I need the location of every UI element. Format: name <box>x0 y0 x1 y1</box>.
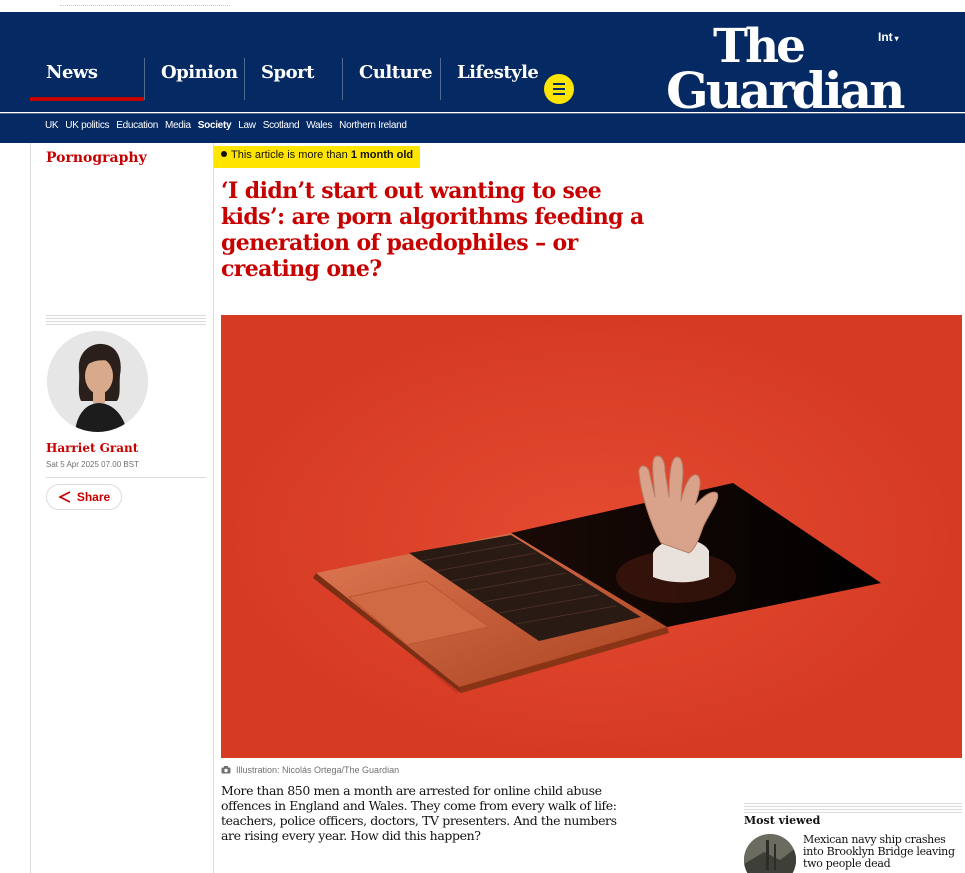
subnav-item-scotland[interactable]: Scotland <box>263 120 300 131</box>
author-link[interactable]: Harriet Grant <box>46 441 138 455</box>
left-border <box>30 143 31 873</box>
column-divider <box>213 143 214 873</box>
subnav-item-law[interactable]: Law <box>238 120 256 131</box>
image-caption: Illustration: Nicolás Ortega/The Guardia… <box>221 765 399 775</box>
menu-icon[interactable] <box>544 74 574 104</box>
subnav-item-media[interactable]: Media <box>165 120 191 131</box>
pillar-lifestyle[interactable]: Lifestyle <box>440 58 539 100</box>
avatar <box>47 331 148 432</box>
browser-top-strip <box>0 0 965 12</box>
article-headline: ‘I didn’t start out wanting to see kids’… <box>221 178 644 282</box>
pillar-sport[interactable]: Sport <box>244 58 342 100</box>
most-viewed-item[interactable]: Mexican navy ship crashes into Brooklyn … <box>803 834 963 870</box>
dot-icon <box>221 151 227 157</box>
article-age-warning: This article is more than 1 month old <box>214 146 421 168</box>
article-standfirst: More than 850 men a month are arrested f… <box>221 783 617 843</box>
subnav-item-uk[interactable]: UK <box>45 120 59 131</box>
subnav-item-society[interactable]: Society <box>198 120 232 131</box>
most-viewed-divider <box>744 803 962 813</box>
pillar-culture[interactable]: Culture <box>342 58 440 100</box>
subnav-item-northern-ireland[interactable]: Northern Ireland <box>339 120 407 131</box>
meta-rule <box>46 477 206 478</box>
guardian-logo[interactable]: The Guardian <box>666 23 906 116</box>
section-tag[interactable]: Pornography <box>46 150 147 166</box>
most-viewed-title: Most viewed <box>744 814 821 827</box>
share-icon <box>58 491 71 503</box>
publish-date: Sat 5 Apr 2025 07.00 BST <box>46 460 139 469</box>
subnav-item-uk-politics[interactable]: UK politics <box>65 120 109 131</box>
meta-divider <box>46 315 206 325</box>
camera-icon <box>221 766 231 774</box>
subnav-item-wales[interactable]: Wales <box>306 120 332 131</box>
subnav-item-education[interactable]: Education <box>116 120 158 131</box>
subnav: UK UK politics Education Media Society L… <box>0 113 965 143</box>
most-viewed-thumbnail[interactable] <box>744 834 796 873</box>
share-button[interactable]: Share <box>46 484 122 510</box>
pillar-news[interactable]: News <box>30 58 144 101</box>
hero-image <box>221 315 962 758</box>
pillar-nav: News Opinion Sport Culture Lifestyle <box>30 58 539 101</box>
pillar-opinion[interactable]: Opinion <box>144 58 244 100</box>
